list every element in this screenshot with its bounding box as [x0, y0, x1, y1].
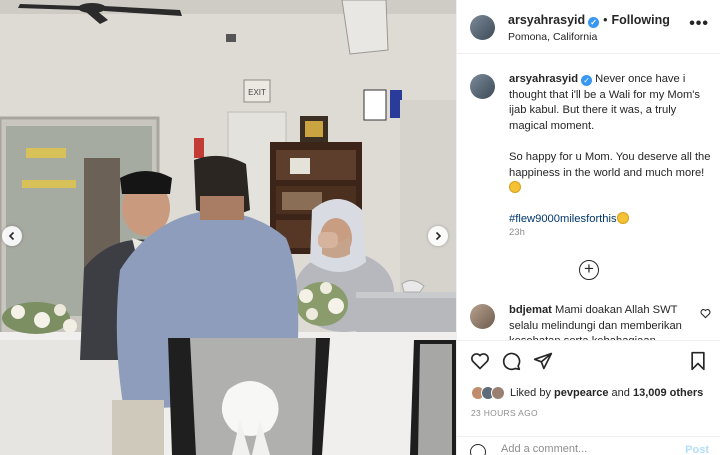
caption-age: 23h [509, 227, 525, 238]
exit-sign-text: EXIT [248, 88, 266, 97]
post-header: arsyahrasyid ✓ • Following Pomona, Californ… [457, 0, 720, 54]
post-location[interactable]: Pomona, California [508, 31, 597, 43]
liker-username-link[interactable]: pevpearce [554, 387, 608, 399]
caption-author-avatar[interactable] [470, 74, 495, 99]
comment-input[interactable] [501, 443, 661, 455]
comment-item: bdjemat Mami doakan Allah SWT selalu mel… [457, 298, 720, 340]
post-photo[interactable]: EXIT [0, 0, 456, 455]
likes-summary: Liked by pevpearce and 13,009 others [471, 384, 703, 402]
wedding-chair [168, 338, 330, 455]
post-comment-button[interactable]: Post [685, 444, 709, 455]
chevron-left-icon [8, 231, 15, 241]
comment-text: bdjemat Mami doakan Allah SWT selalu mel… [509, 303, 701, 340]
author-line: arsyahrasyid ✓ • Following [508, 13, 670, 28]
comment-bubble-icon[interactable] [501, 351, 521, 371]
load-more-comments-button[interactable]: + [579, 260, 599, 280]
verified-badge-icon: ✓ [581, 75, 593, 86]
more-options-icon[interactable]: ••• [689, 16, 709, 32]
like-heart-icon[interactable] [470, 351, 490, 371]
post-details-panel: arsyahrasyid ✓ • Following Pomona, Californ… [456, 0, 720, 455]
post-caption: arsyahrasyid ✓ Never once have i thought … [509, 72, 715, 244]
action-bar [457, 340, 720, 380]
add-comment-bar: Post [457, 436, 720, 455]
wedding-photo-illustration: EXIT [0, 0, 456, 455]
chevron-right-icon [435, 231, 442, 241]
commenter-username[interactable]: bdjemat [509, 304, 552, 316]
post-timestamp[interactable]: 23 HOURS AGO [471, 408, 538, 418]
caption-username[interactable]: arsyahrasyid [509, 73, 578, 85]
next-photo-button[interactable] [428, 226, 448, 246]
yum-emoji-icon [509, 181, 521, 194]
caption-block: arsyahrasyid ✓ Never once have i thought … [457, 54, 720, 294]
flower-arrangement-right [296, 282, 348, 326]
save-bookmark-icon[interactable] [689, 351, 707, 371]
hashtag-link[interactable]: #flew9000milesforthis [509, 213, 617, 225]
verified-badge-icon: ✓ [588, 17, 600, 28]
emoji-picker-icon[interactable] [470, 444, 486, 455]
following-button[interactable]: Following [612, 13, 670, 27]
like-comment-heart-icon[interactable] [700, 308, 711, 319]
previous-photo-button[interactable] [2, 226, 22, 246]
likes-count-link[interactable]: 13,009 others [633, 387, 703, 399]
commenter-avatar[interactable] [470, 304, 495, 329]
upside-down-face-emoji-icon [616, 212, 629, 225]
liker-avatar[interactable] [491, 386, 505, 400]
caption-text-2: So happy for u Mom. You deserve all the … [509, 150, 711, 179]
share-send-icon[interactable] [533, 351, 553, 371]
author-avatar[interactable] [470, 15, 495, 40]
author-username[interactable]: arsyahrasyid [508, 13, 585, 27]
